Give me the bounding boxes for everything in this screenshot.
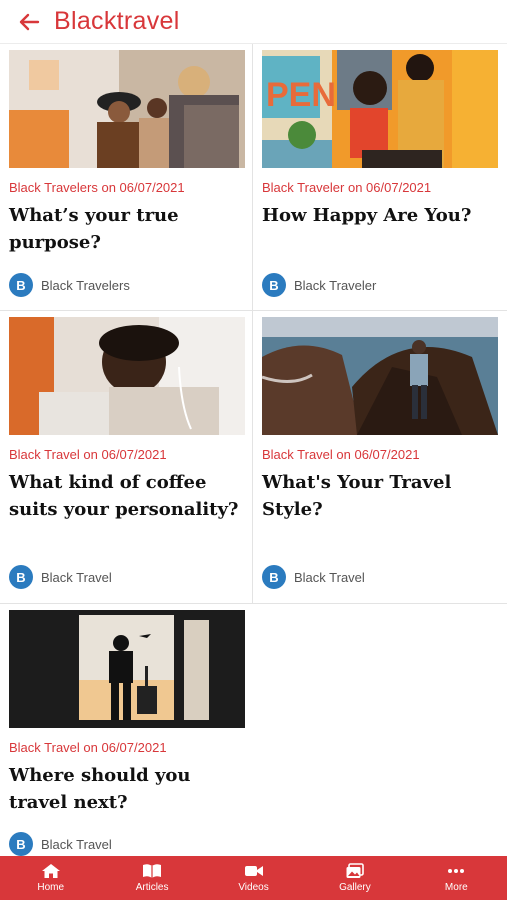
article-title[interactable]: What’s your true purpose?: [9, 202, 241, 256]
author-name: Black Travelers: [41, 277, 130, 293]
avatar: B: [9, 565, 33, 589]
article-title[interactable]: What's Your Travel Style?: [262, 469, 494, 523]
article-card[interactable]: PEN Black Traveler on 06/07/2021 How Hap…: [253, 44, 507, 311]
article-title[interactable]: How Happy Are You?: [262, 202, 494, 229]
nav-label: Articles: [135, 882, 169, 893]
article-title[interactable]: Where should you travel next?: [9, 762, 241, 816]
svg-text:PEN: PEN: [266, 76, 336, 114]
more-dots-icon: [448, 869, 465, 873]
nav-label: More: [444, 882, 468, 893]
book-icon: [143, 864, 162, 878]
nav-articles[interactable]: Articles: [101, 856, 202, 900]
author-row[interactable]: B Black Travel: [9, 565, 112, 589]
nav-more[interactable]: More: [406, 856, 507, 900]
bottom-navigation: Home Articles Videos Gallery More: [0, 856, 507, 900]
article-meta: Black Travel on 06/07/2021: [9, 447, 167, 462]
author-name: Black Travel: [294, 569, 365, 585]
article-card[interactable]: Black Travelers on 06/07/2021 What’s you…: [0, 44, 253, 311]
author-row[interactable]: B Black Traveler: [262, 273, 376, 297]
nav-home[interactable]: Home: [0, 856, 101, 900]
article-thumbnail: [262, 317, 498, 435]
article-thumbnail: [9, 317, 245, 435]
article-thumbnail: [9, 50, 245, 168]
video-camera-icon: [244, 866, 263, 876]
article-meta: Black Traveler on 06/07/2021: [262, 180, 432, 195]
gallery-icon: [346, 863, 364, 878]
article-meta: Black Travel on 06/07/2021: [262, 447, 420, 462]
article-list[interactable]: Black Travelers on 06/07/2021 What’s you…: [0, 44, 507, 856]
nav-label: Gallery: [339, 882, 371, 893]
avatar: B: [262, 273, 286, 297]
author-name: Black Travel: [41, 569, 112, 585]
article-card[interactable]: Black Travel on 06/07/2021 Where should …: [0, 604, 253, 856]
article-thumbnail: [9, 610, 245, 728]
author-row[interactable]: B Black Travel: [262, 565, 365, 589]
app-header: Blacktravel: [0, 0, 507, 44]
avatar: B: [9, 832, 33, 856]
author-name: Black Traveler: [294, 277, 377, 293]
article-card[interactable]: Black Travel on 06/07/2021 What kind of …: [0, 311, 253, 604]
author-row[interactable]: B Black Travelers: [9, 273, 130, 297]
arrow-left-icon: [19, 13, 40, 30]
article-meta: Black Travelers on 06/07/2021: [9, 180, 185, 195]
author-name: Black Travel: [41, 836, 112, 852]
article-meta: Black Travel on 06/07/2021: [9, 740, 167, 755]
nav-videos[interactable]: Videos: [203, 856, 304, 900]
app-title: Blacktravel: [54, 7, 180, 35]
article-title[interactable]: What kind of coffee suits your personali…: [9, 469, 241, 523]
author-row[interactable]: B Black Travel: [9, 832, 112, 856]
article-card[interactable]: Black Travel on 06/07/2021 What's Your T…: [253, 311, 507, 604]
nav-gallery[interactable]: Gallery: [304, 856, 405, 900]
nav-label: Home: [37, 882, 65, 893]
avatar: B: [9, 273, 33, 297]
article-thumbnail: PEN: [262, 50, 498, 168]
nav-label: Videos: [238, 882, 269, 893]
home-icon: [41, 864, 60, 878]
avatar: B: [262, 565, 286, 589]
back-button[interactable]: [14, 7, 44, 37]
